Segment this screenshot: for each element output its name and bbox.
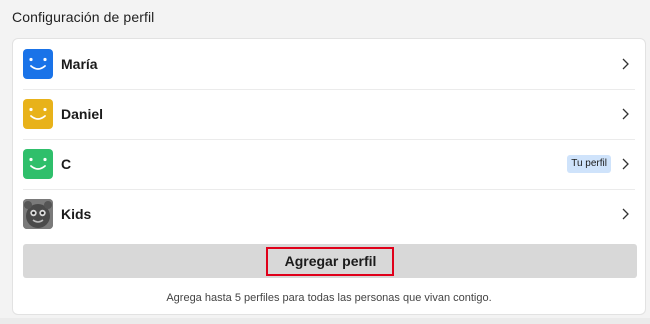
profile-name: Daniel bbox=[61, 106, 104, 122]
chevron-right-icon bbox=[622, 58, 629, 70]
kids-character-icon bbox=[23, 199, 53, 229]
avatar bbox=[23, 99, 53, 129]
profile-row-maria[interactable]: María bbox=[13, 39, 645, 89]
chevron-right-icon bbox=[622, 158, 629, 170]
avatar bbox=[23, 199, 53, 229]
profile-row-c[interactable]: C Tu perfil bbox=[13, 139, 645, 189]
smile-face-icon bbox=[29, 57, 47, 70]
profiles-card: María Daniel C Tu perfil Kids Agregar pe… bbox=[12, 38, 646, 315]
chevron-right-icon bbox=[622, 208, 629, 220]
profile-row-daniel[interactable]: Daniel bbox=[13, 89, 645, 139]
smile-face-icon bbox=[29, 157, 47, 170]
profile-list: María Daniel C Tu perfil Kids bbox=[13, 39, 645, 239]
current-profile-badge: Tu perfil bbox=[567, 155, 611, 173]
bottom-divider bbox=[0, 318, 650, 324]
profile-name: Kids bbox=[61, 206, 92, 222]
profile-row-kids[interactable]: Kids bbox=[13, 189, 645, 239]
smile-face-icon bbox=[29, 107, 47, 120]
add-profile-button-area[interactable]: Agregar perfil bbox=[23, 244, 637, 278]
page-title: Configuración de perfil bbox=[12, 9, 155, 25]
profile-name: María bbox=[61, 56, 98, 72]
helper-text: Agrega hasta 5 perfiles para todas las p… bbox=[166, 292, 492, 304]
profile-name: C bbox=[61, 156, 72, 172]
avatar bbox=[23, 149, 53, 179]
chevron-right-icon bbox=[622, 108, 629, 120]
avatar bbox=[23, 49, 53, 79]
add-profile-button[interactable]: Agregar perfil bbox=[265, 246, 395, 276]
